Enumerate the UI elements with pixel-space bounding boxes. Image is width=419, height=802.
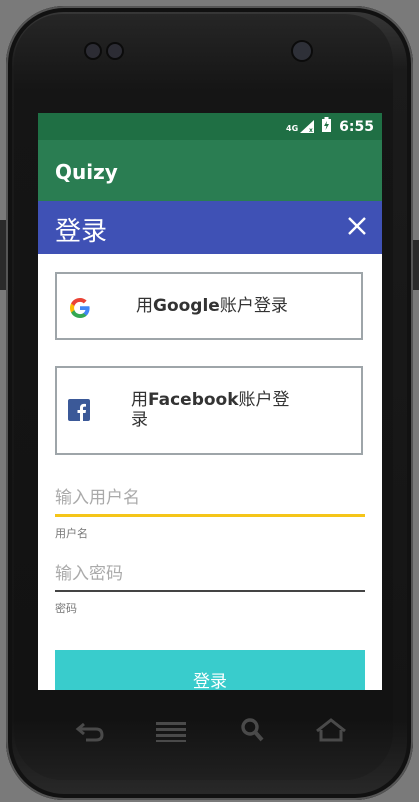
volume-button (0, 220, 6, 290)
app-bar: Quizy (38, 140, 382, 201)
search-icon[interactable] (236, 716, 270, 744)
close-icon[interactable] (348, 217, 366, 235)
app-title: Quizy (55, 160, 118, 184)
power-button (413, 240, 419, 290)
back-icon[interactable] (74, 716, 108, 744)
home-icon[interactable] (314, 716, 348, 744)
username-helper: 用户名 (55, 527, 88, 540)
google-login-button[interactable]: 用Google账户登录 (55, 272, 363, 340)
google-icon (70, 298, 90, 318)
google-suffix: 账户登录 (219, 296, 288, 316)
username-field-group: 用户名 (55, 488, 365, 541)
username-underline (55, 514, 365, 517)
google-login-label: 用Google账户登录 (136, 296, 288, 316)
password-input[interactable] (55, 564, 365, 590)
sensor-icon (86, 44, 100, 58)
network-type: 4G (286, 124, 299, 133)
sensor-icon (108, 44, 122, 58)
battery-icon (322, 117, 332, 136)
password-helper: 密码 (55, 602, 77, 615)
svg-text:x: x (309, 127, 313, 133)
facebook-login-button[interactable]: 用Facebook账户登录 (55, 366, 363, 455)
facebook-icon (68, 399, 90, 421)
login-button[interactable]: 登录 (55, 650, 365, 690)
dialog-title: 登录 (55, 217, 108, 247)
username-input[interactable] (55, 488, 365, 514)
signal-icon: 4G x (286, 120, 315, 133)
status-bar: 4G x 6:55 (38, 113, 382, 140)
google-brand: Google (153, 296, 220, 316)
google-prefix: 用 (136, 296, 153, 316)
clock: 6:55 (339, 118, 374, 135)
password-field-group: 密码 (55, 564, 365, 616)
password-underline (55, 590, 365, 592)
dialog-body: 用Google账户登录 用Facebook账户登录 用户名 密码 登录 (38, 254, 382, 690)
facebook-brand: Facebook (148, 390, 239, 410)
dialog-header: 登录 (38, 201, 382, 254)
facebook-prefix: 用 (131, 390, 148, 410)
camera-icon (293, 42, 311, 60)
menu-icon[interactable] (154, 716, 188, 744)
facebook-login-label: 用Facebook账户登录 (131, 390, 301, 430)
device-screen: 4G x 6:55 Quizy 登录 用Google账户登录 用Facebook… (38, 113, 382, 690)
